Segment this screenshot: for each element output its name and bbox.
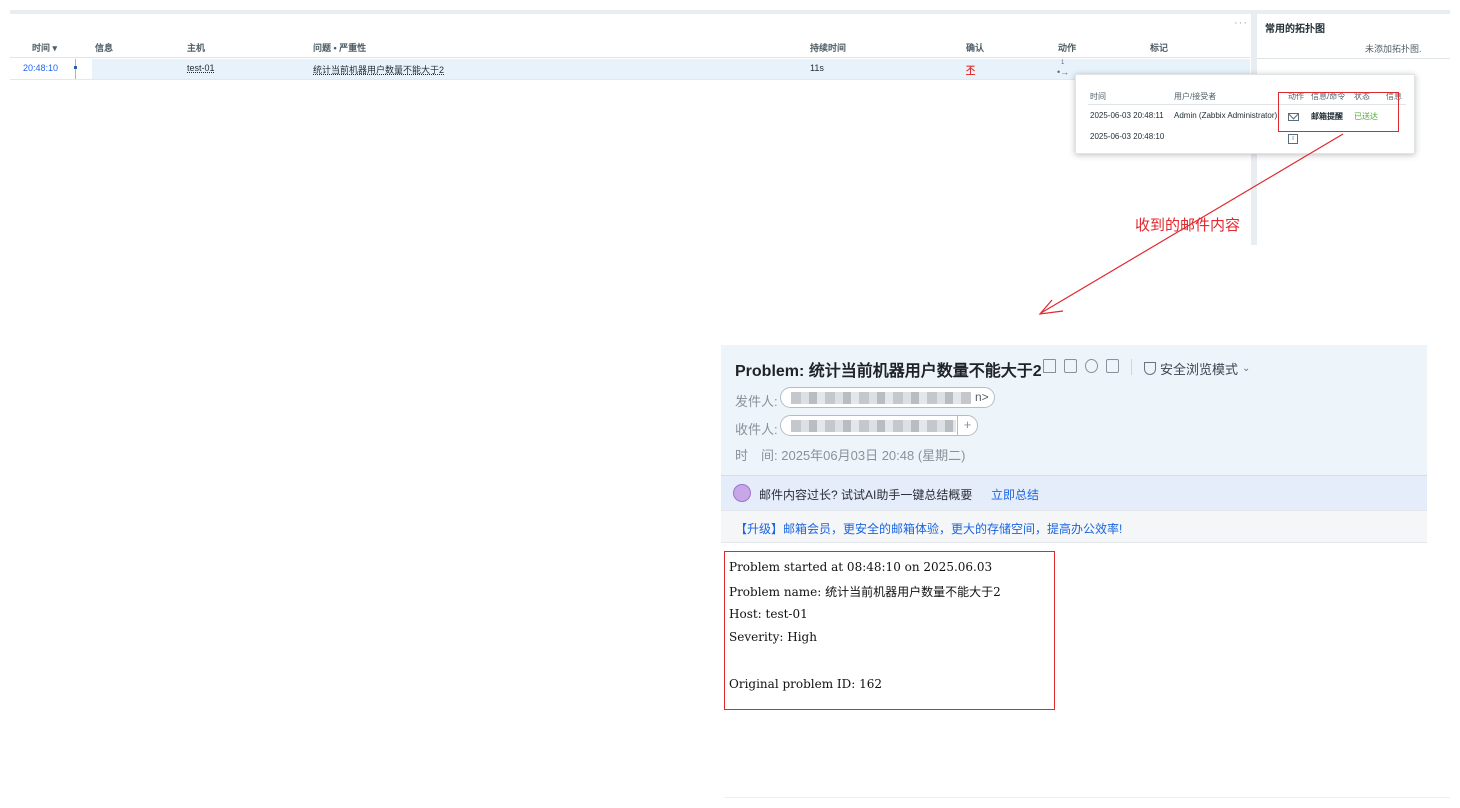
email-date: 时 间: 2025年06月03日 20:48 (星期二) xyxy=(735,445,966,464)
body-line: Severity: High xyxy=(729,630,817,644)
problem-duration: 11s xyxy=(810,63,824,73)
column-header-problem-severity: 问题 • 严重性 xyxy=(313,43,367,53)
column-header-duration: 持续时间 xyxy=(810,43,847,53)
flag-icon[interactable] xyxy=(1064,359,1077,373)
upgrade-link[interactable]: 【升级】邮箱会员，更安全的邮箱体验，更大的存储空间，提高办公效率! xyxy=(735,520,1122,537)
severity-strip xyxy=(75,59,77,79)
sender-tail: n> xyxy=(975,390,989,404)
email-body: Problem started at 08:48:10 on 2025.06.0… xyxy=(724,551,1055,710)
body-line: Original problem ID: 162 xyxy=(729,677,883,691)
sender-redacted xyxy=(791,392,971,404)
problem-time-link[interactable]: 20:48:10 xyxy=(23,63,58,73)
ai-summary-bar: 邮件内容过长? 试试AI助手一键总结概要 立即总结 xyxy=(721,475,1427,510)
bookmark-icon[interactable] xyxy=(1043,359,1056,373)
add-recipient-button[interactable]: + xyxy=(957,416,977,435)
toolbar-divider xyxy=(1131,359,1132,375)
column-header-host: 主机 xyxy=(187,43,206,53)
email-toolbar xyxy=(1043,359,1119,373)
body-line: Problem name: 统计当前机器用户数量不能大于2 xyxy=(729,585,1001,599)
popup-row-time: 2025-06-03 20:48:11 xyxy=(1090,111,1164,120)
email-subject: Problem: 统计当前机器用户数量不能大于2 xyxy=(735,363,1042,380)
body-line: Host: test-01 xyxy=(729,607,808,621)
favorite-maps-title: 常用的拓扑图 xyxy=(1265,24,1325,35)
safe-mode-dropdown[interactable]: 安全浏览模式 ⌄ xyxy=(1144,359,1250,378)
annotation-label: 收到的邮件内容 xyxy=(1135,217,1241,234)
ai-summary-link[interactable]: 立即总结 xyxy=(991,486,1039,503)
body-line: Problem started at 08:48:10 on 2025.06.0… xyxy=(729,560,993,574)
info-icon: i xyxy=(1288,134,1298,144)
ai-assistant-avatar xyxy=(733,484,751,502)
footer-divider xyxy=(724,797,1450,798)
recipient-pill[interactable]: + xyxy=(780,415,978,436)
safe-mode-label: 安全浏览模式 xyxy=(1160,362,1239,377)
clock-icon[interactable] xyxy=(1085,359,1098,373)
popup-header-user: 用户/接受者 xyxy=(1174,92,1217,101)
widget-divider xyxy=(1257,58,1450,59)
column-header-info: 信息 xyxy=(95,43,114,53)
popup-header-time: 时间 xyxy=(1090,92,1106,101)
recipient-label: 收件人: xyxy=(735,422,778,437)
problem-host-link[interactable]: test-01 xyxy=(187,63,215,73)
upgrade-banner: 【升级】邮箱会员，更安全的邮箱体验，更大的存储空间，提高办公效率! xyxy=(721,510,1427,543)
problem-name-link[interactable]: 统计当前机器用户数量不能大于2 xyxy=(313,63,444,76)
shield-icon xyxy=(1144,362,1156,375)
column-header-ack: 确认 xyxy=(966,43,985,53)
annotation-highlight-box xyxy=(1278,92,1399,132)
popup-row-time: 2025-06-03 20:48:10 xyxy=(1090,132,1165,141)
email-header: Problem: 统计当前机器用户数量不能大于2 安全浏览模式 ⌄ 发件人: n… xyxy=(721,345,1427,475)
column-header-tags: 标记 xyxy=(1150,43,1169,53)
row-divider xyxy=(10,79,1250,80)
print-icon[interactable] xyxy=(1106,359,1119,373)
problem-ack-link[interactable]: 不 xyxy=(966,63,975,76)
date-value: 2025年06月03日 20:48 (星期二) xyxy=(781,448,966,463)
severity-marker-icon xyxy=(74,66,77,69)
sender-label: 发件人: xyxy=(735,394,778,409)
ai-summary-text: 邮件内容过长? 试试AI助手一键总结概要 xyxy=(759,488,973,502)
sender-pill[interactable]: n> xyxy=(780,387,995,408)
column-header-time[interactable]: 时间 ▾ xyxy=(32,41,57,54)
popup-row-user: Admin (Zabbix Administrator) xyxy=(1174,111,1278,120)
date-label: 时 间: xyxy=(735,448,778,463)
dashboard-top-bar xyxy=(10,10,1450,14)
more-options-icon[interactable]: ··· xyxy=(1234,17,1248,29)
recipient-redacted xyxy=(791,420,956,432)
chevron-down-icon: ⌄ xyxy=(1242,363,1251,374)
action-count: 1 xyxy=(1061,60,1065,66)
column-header-actions: 动作 xyxy=(1058,43,1077,53)
favorite-maps-empty: 未添加拓扑图. xyxy=(1365,44,1422,54)
header-divider xyxy=(10,57,1250,58)
